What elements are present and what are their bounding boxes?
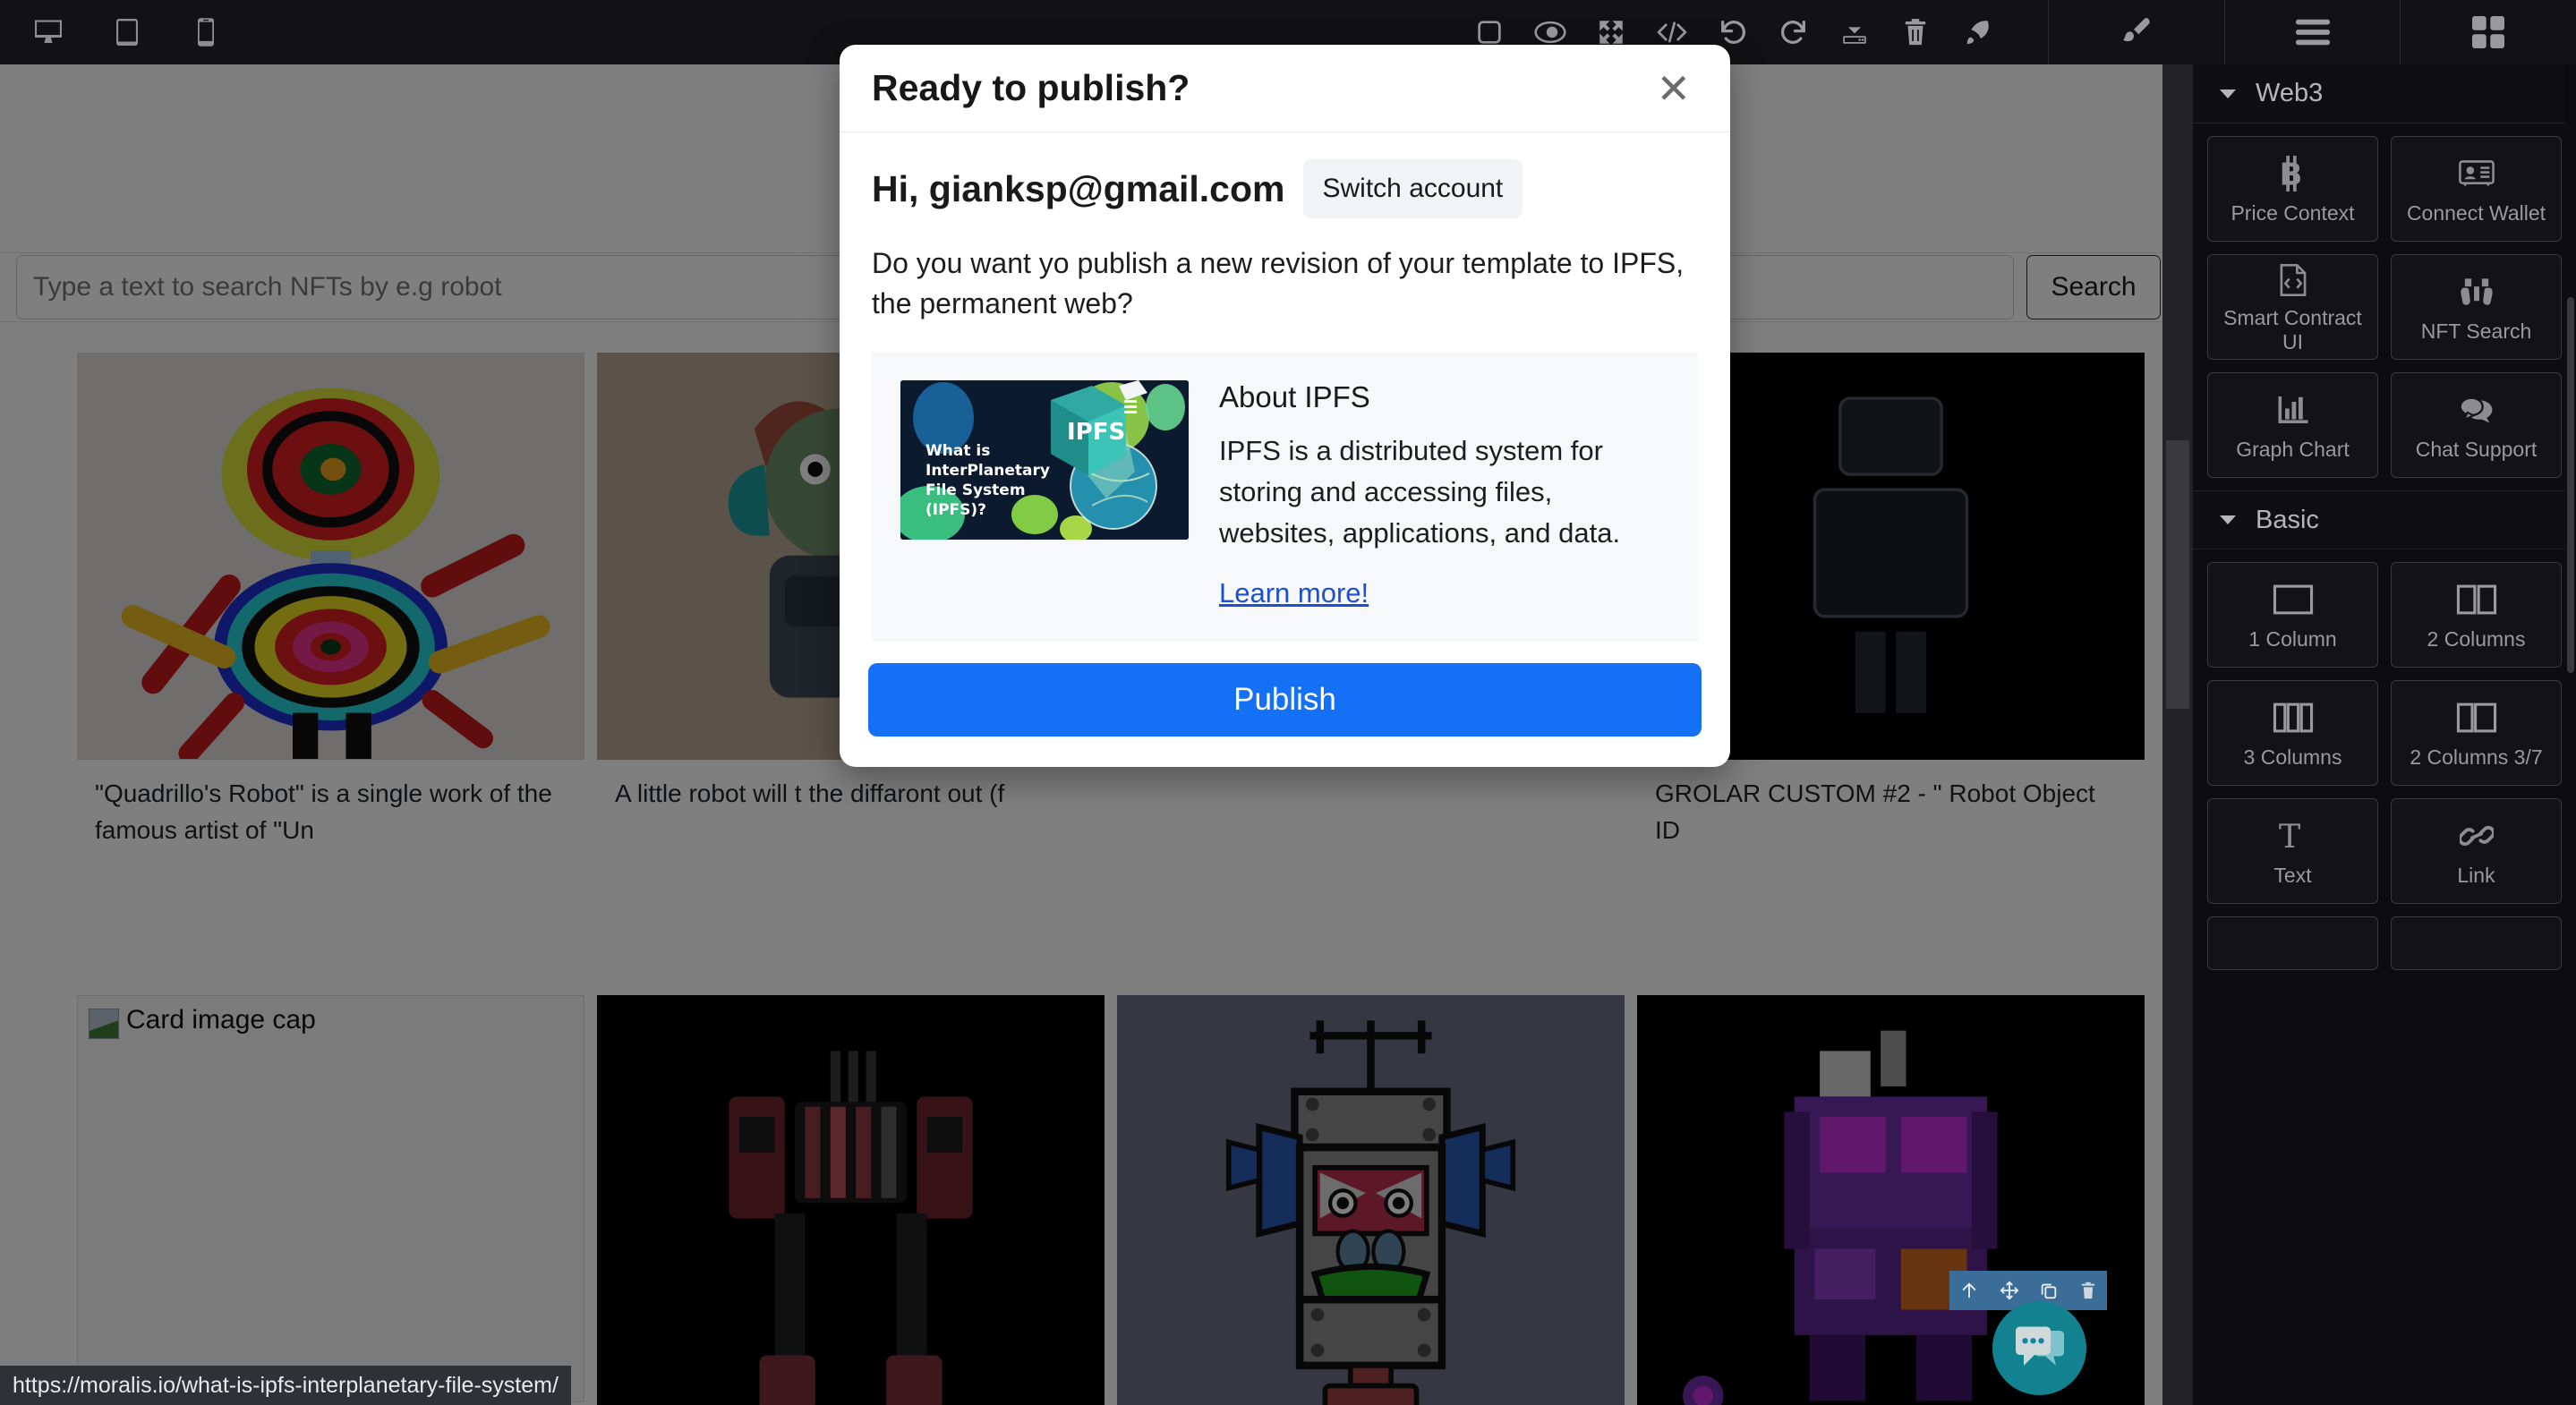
copy-icon[interactable] (2039, 1281, 2059, 1300)
id-card-icon (2458, 153, 2495, 194)
mobile-icon[interactable] (175, 0, 236, 64)
rocket-publish-icon[interactable] (1946, 0, 2007, 64)
block-label: NFT Search (2420, 319, 2532, 343)
sidebar-scrollbar[interactable] (2565, 64, 2576, 1405)
three-columns-icon (2273, 697, 2314, 738)
sidebar-scrollbar-thumb[interactable] (2567, 297, 2574, 673)
delete-icon[interactable] (2079, 1281, 2097, 1300)
svg-text:B: B (2279, 157, 2302, 192)
one-column-icon (2273, 579, 2314, 620)
block-link[interactable]: Link (2391, 798, 2562, 904)
modal-title: Ready to publish? (872, 67, 1190, 108)
block-nft-search[interactable]: NFT Search (2391, 254, 2562, 360)
category-header-basic[interactable]: Basic (2193, 490, 2576, 549)
account-row: Hi, gianksp@gmail.com Switch account (872, 159, 1698, 218)
code-file-icon (2279, 260, 2307, 299)
two-columns-icon (2456, 579, 2497, 620)
style-manager-brush-icon[interactable] (2049, 0, 2225, 64)
block-two-columns-37[interactable]: 2 Columns 3/7 (2391, 680, 2562, 786)
select-parent-arrow-icon[interactable] (1959, 1281, 1979, 1300)
block-label: Smart Contract UI (2223, 306, 2362, 353)
block-label: 1 Column (2248, 626, 2337, 651)
text-t-icon: T (2276, 815, 2310, 856)
about-ipfs-text: About IPFS IPFS is a distributed system … (1219, 380, 1669, 609)
category-label: Basic (2256, 505, 2319, 534)
bitcoin-icon: B (2278, 153, 2308, 194)
block-smart-contract-ui[interactable]: Smart Contract UI (2207, 254, 2378, 360)
block-text[interactable]: T Text (2207, 798, 2378, 904)
chevron-down-icon (2220, 515, 2236, 524)
two-columns-37-icon (2456, 697, 2497, 738)
block-label: Text (2273, 863, 2312, 887)
block-label: Connect Wallet (2406, 200, 2546, 225)
svg-text:What is: What is (925, 442, 990, 460)
greeting-prefix: Hi, (872, 167, 929, 209)
about-ipfs-body: IPFS is a distributed system for storing… (1219, 434, 1621, 549)
import-icon[interactable] (1824, 0, 1885, 64)
block-label: 2 Columns (2427, 626, 2526, 651)
about-ipfs-heading: About IPFS (1219, 379, 1370, 413)
svg-text:InterPlanetary: InterPlanetary (925, 462, 1050, 480)
chat-bubbles-icon (2459, 389, 2494, 430)
block-extra-1[interactable] (2207, 916, 2378, 970)
block-label: Price Context (2231, 200, 2355, 225)
block-manager-grid-icon[interactable] (2401, 0, 2576, 64)
chat-support-fab[interactable] (1992, 1301, 2086, 1395)
block-label: Link (2457, 863, 2495, 887)
trash-icon[interactable] (1885, 0, 1946, 64)
svg-text:File System: File System (925, 481, 1026, 499)
svg-text:IPFS: IPFS (1067, 419, 1125, 446)
block-grid-web3: B Price Context Connect Wallet Smart Con… (2193, 123, 2576, 490)
greeting-text: Hi, gianksp@gmail.com (872, 168, 1285, 210)
learn-more-link[interactable]: Learn more! (1219, 577, 1369, 609)
panel-toggle-group (2048, 0, 2576, 64)
block-label: 3 Columns (2243, 745, 2342, 769)
switch-account-button[interactable]: Switch account (1302, 159, 1523, 218)
modal-header: Ready to publish? ✕ (840, 45, 1730, 132)
status-bar-url: https://moralis.io/what-is-ipfs-interpla… (0, 1366, 571, 1405)
desktop-icon[interactable] (18, 0, 79, 64)
category-header-web3[interactable]: Web3 (2193, 64, 2576, 123)
block-one-column[interactable]: 1 Column (2207, 562, 2378, 668)
redo-icon[interactable] (1763, 0, 1824, 64)
move-icon[interactable] (2000, 1281, 2019, 1300)
account-email: gianksp@gmail.com (928, 167, 1285, 209)
block-grid-basic: 1 Column 2 Columns 3 Columns 2 Columns 3… (2193, 549, 2576, 983)
block-extra-2[interactable] (2391, 916, 2562, 970)
block-label: Chat Support (2415, 437, 2538, 461)
chevron-down-icon (2220, 89, 2236, 98)
close-icon[interactable]: ✕ (1649, 64, 1698, 113)
device-toggle-group (0, 0, 236, 64)
publish-question: Do you want yo publish a new revision of… (872, 247, 1685, 320)
publish-button[interactable]: Publish (868, 662, 1702, 737)
bar-chart-icon (2277, 389, 2309, 430)
svg-text:(IPFS)?: (IPFS)? (925, 501, 986, 519)
block-three-columns[interactable]: 3 Columns (2207, 680, 2378, 786)
block-price-context[interactable]: B Price Context (2207, 136, 2378, 242)
category-label: Web3 (2256, 79, 2324, 107)
block-label: 2 Columns 3/7 (2410, 745, 2543, 769)
link-chain-icon (2459, 815, 2494, 856)
binoculars-icon (2460, 271, 2494, 312)
canvas-scrollbar-thumb[interactable] (2166, 440, 2189, 709)
block-manager-panel: Web3 B Price Context Connect Wallet Smar… (2193, 64, 2576, 1405)
block-label: Graph Chart (2236, 437, 2350, 461)
block-two-columns[interactable]: 2 Columns (2391, 562, 2562, 668)
modal-body: Hi, gianksp@gmail.com Switch account Do … (840, 132, 1730, 642)
tablet-icon[interactable] (97, 0, 158, 64)
block-chat-support[interactable]: Chat Support (2391, 372, 2562, 478)
publish-modal: Ready to publish? ✕ Hi, gianksp@gmail.co… (840, 45, 1730, 767)
about-ipfs-box: IPFS What is InterPlanetary File System … (872, 351, 1698, 642)
layer-manager-icon[interactable] (2225, 0, 2401, 64)
svg-text:T: T (2278, 818, 2299, 854)
canvas-scrollbar[interactable] (2162, 64, 2193, 1405)
block-graph-chart[interactable]: Graph Chart (2207, 372, 2378, 478)
ipfs-thumbnail-image: IPFS What is InterPlanetary File System … (900, 379, 1189, 540)
block-connect-wallet[interactable]: Connect Wallet (2391, 136, 2562, 242)
